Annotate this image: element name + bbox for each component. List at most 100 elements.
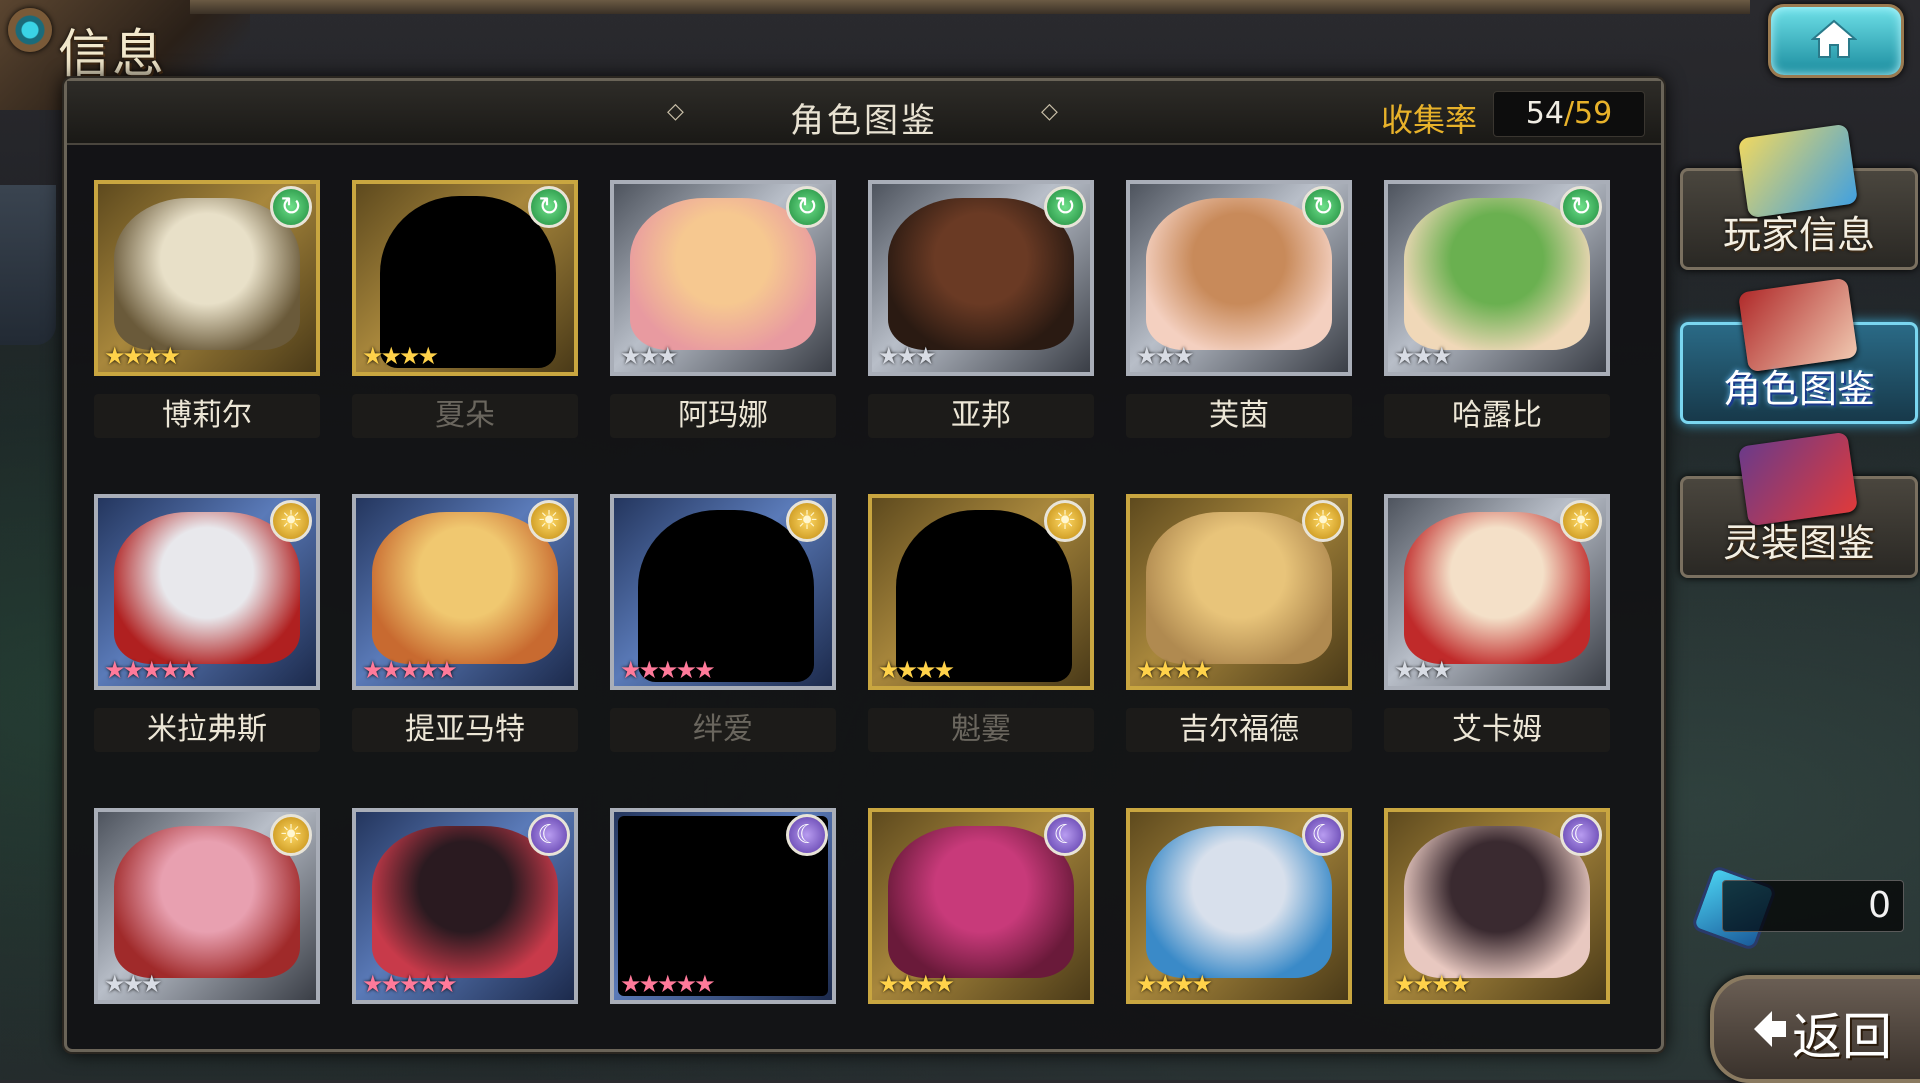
character-name: 阿玛娜 [610,394,836,438]
wind-element-icon: ↻ [1560,186,1602,228]
sun-element-icon: ☀ [270,500,312,542]
character-card[interactable]: ☀ ★★★ [1384,494,1610,690]
diamond-ornament-icon: ◇ [1041,99,1058,124]
sun-element-icon: ☀ [528,500,570,542]
collected-count: 54 [1525,96,1564,131]
character-portrait [1146,512,1332,664]
sun-element-icon: ☀ [786,500,828,542]
character-name: 吉尔福德 [1126,708,1352,752]
character-card[interactable]: ↻ ★★★ [1126,180,1352,376]
star-rating: ★★★★★ [620,656,716,684]
star-rating: ★★★★ [104,342,181,370]
character-portrait [372,512,558,664]
star-rating: ★★★★ [1394,970,1471,998]
home-button[interactable] [1768,4,1904,78]
star-rating: ★★★★★ [104,656,200,684]
left-banner-decoration [0,185,56,345]
character-portrait [114,512,300,664]
collection-rate-label: 收集率 [1381,101,1478,139]
top-frame-bar [190,0,1750,14]
back-button[interactable]: 返回 [1710,975,1920,1083]
sun-element-icon: ☀ [1044,500,1086,542]
moon-element-icon: ☾ [1302,814,1344,856]
character-card[interactable]: ☾ ★★★★ [1126,808,1352,1004]
sun-element-icon: ☀ [270,814,312,856]
star-rating: ★★★★ [362,342,439,370]
character-card[interactable]: ☀ ★★★★★ [352,494,578,690]
character-name: 艾卡姆 [1384,708,1610,752]
character-card[interactable]: ☀ ★★★★★ [94,494,320,690]
character-card[interactable]: ☀ ★★★★ [868,494,1094,690]
sidebar-item-label: 角色图鉴 [1722,367,1875,411]
character-portrait [114,198,300,350]
character-name: 魁霎 [868,708,1094,752]
panel-header: ◇ 角色图鉴 ◇ 收集率 54/59 [67,81,1661,145]
wind-element-icon: ↻ [786,186,828,228]
character-portrait [888,826,1074,978]
character-portrait [1146,826,1332,978]
currency-box: 0 [1722,880,1904,932]
wind-element-icon: ↻ [1302,186,1344,228]
sidebar-item-gear-codex[interactable]: 灵装图鉴 [1680,431,1918,578]
moon-element-icon: ☾ [528,814,570,856]
star-rating: ★★★★ [878,656,955,684]
character-card[interactable]: ☾ ★★★★★ [352,808,578,1004]
star-rating: ★★★★ [1136,970,1213,998]
character-card[interactable]: ↻ ★★★ [868,180,1094,376]
star-rating: ★★★★ [1136,656,1213,684]
sidebar-item-label: 玩家信息 [1722,213,1875,257]
collection-separator: / [1563,96,1575,131]
home-icon [1811,19,1857,58]
character-card[interactable]: ☾ ★★★★ [1384,808,1610,1004]
character-name: 夏朵 [352,394,578,438]
back-label: 返回 [1792,1008,1892,1066]
character-card[interactable]: ↻ ★★★ [610,180,836,376]
sidebar-item-label: 灵装图鉴 [1722,521,1875,565]
wind-element-icon: ↻ [528,186,570,228]
gear-ornament-icon [8,8,52,52]
star-rating: ★★★★★ [620,970,716,998]
character-portrait [630,198,816,350]
character-card[interactable]: ↻ ★★★★ [94,180,320,376]
page-title: 信息 [58,25,167,85]
star-rating: ★★★ [878,342,937,370]
sidebar-item-player-info[interactable]: 玩家信息 [1680,123,1918,270]
star-rating: ★★★★★ [362,970,458,998]
character-name: 亚邦 [868,394,1094,438]
character-portrait [888,198,1074,350]
collection-rate-value: 54/59 [1493,91,1645,137]
star-rating: ★★★ [620,342,679,370]
star-rating: ★★★★ [878,970,955,998]
character-card[interactable]: ☾ ★★★★★ [610,808,836,1004]
character-name: 米拉弗斯 [94,708,320,752]
character-portrait [114,826,300,978]
character-card[interactable]: ☾ ★★★★ [868,808,1094,1004]
character-portrait [1404,826,1590,978]
currency-value: 0 [1868,885,1891,926]
character-name: 提亚马特 [352,708,578,752]
character-portrait [1146,198,1332,350]
moon-element-icon: ☾ [786,814,828,856]
sidebar-item-character-codex[interactable]: 角色图鉴 [1680,277,1918,424]
back-arrow-icon [1754,1011,1786,1047]
character-name: 博莉尔 [94,394,320,438]
character-card[interactable]: ↻ ★★★★ [352,180,578,376]
character-name: 绊爱 [610,708,836,752]
wind-element-icon: ↻ [1044,186,1086,228]
moon-element-icon: ☾ [1560,814,1602,856]
character-card[interactable]: ☀ ★★★★ [1126,494,1352,690]
character-portrait [372,826,558,978]
character-card[interactable]: ↻ ★★★ [1384,180,1610,376]
character-card[interactable]: ☀ ★★★ [94,808,320,1004]
moon-element-icon: ☾ [1044,814,1086,856]
wind-element-icon: ↻ [270,186,312,228]
character-portrait [1404,512,1590,664]
star-rating: ★★★ [104,970,163,998]
character-name: 芙茵 [1126,394,1352,438]
star-rating: ★★★ [1394,656,1453,684]
star-rating: ★★★ [1136,342,1195,370]
collection-total: 59 [1574,96,1613,131]
character-card[interactable]: ☀ ★★★★★ [610,494,836,690]
star-rating: ★★★ [1394,342,1453,370]
character-portrait [1404,198,1590,350]
